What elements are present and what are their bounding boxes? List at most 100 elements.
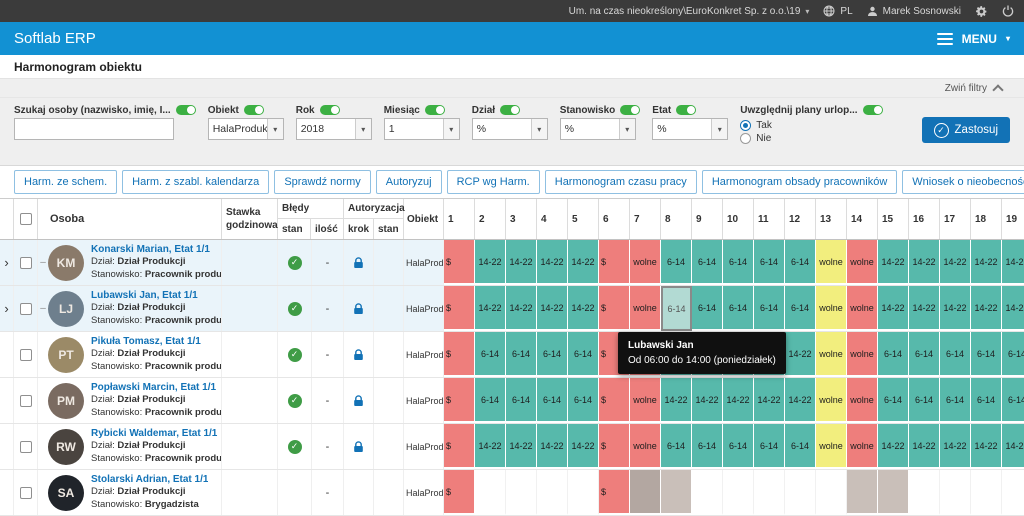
row-expander[interactable]: ›: [0, 286, 14, 331]
schedule-cell[interactable]: wolne: [816, 378, 847, 423]
schedule-cell[interactable]: 6-14: [692, 424, 723, 469]
toolbar-button[interactable]: Harmonogram czasu pracy: [544, 170, 697, 194]
schedule-cell[interactable]: $: [599, 424, 630, 469]
schedule-cell[interactable]: [816, 470, 847, 515]
row-expander[interactable]: ›: [0, 240, 14, 285]
schedule-cell[interactable]: 14-22: [785, 378, 816, 423]
schedule-cell[interactable]: 14-22: [475, 286, 506, 331]
toolbar-button[interactable]: Wniosek o nieobecność: [902, 170, 1024, 194]
schedule-cell[interactable]: 6-14: [878, 378, 909, 423]
schedule-cell[interactable]: wolne: [816, 286, 847, 331]
language-selector[interactable]: PL: [823, 5, 853, 17]
schedule-cell[interactable]: $: [599, 470, 630, 515]
schedule-cell[interactable]: 6-14: [785, 424, 816, 469]
day-column-header[interactable]: 3: [506, 199, 537, 239]
day-column-header[interactable]: 14: [847, 199, 878, 239]
schedule-cell[interactable]: 6-14: [537, 378, 568, 423]
schedule-cell[interactable]: $: [599, 240, 630, 285]
person-name-link[interactable]: Rybicki Waldemar, Etat 1/1: [91, 428, 221, 441]
schedule-cell[interactable]: [971, 470, 1002, 515]
day-column-header[interactable]: 16: [909, 199, 940, 239]
filter-toggle[interactable]: [500, 105, 521, 115]
miesiac-select[interactable]: 1 ▾: [383, 118, 460, 140]
schedule-cell[interactable]: 6-14: [723, 240, 754, 285]
schedule-cell[interactable]: [630, 470, 661, 515]
day-column-header[interactable]: 17: [940, 199, 971, 239]
row-checkbox[interactable]: [19, 256, 32, 269]
schedule-cell[interactable]: wolne: [630, 378, 661, 423]
schedule-cell[interactable]: [475, 470, 506, 515]
schedule-cell[interactable]: 14-22: [754, 378, 785, 423]
schedule-cell[interactable]: 6-14: [940, 378, 971, 423]
schedule-cell[interactable]: 14-22: [909, 424, 940, 469]
schedule-cell[interactable]: $: [599, 378, 630, 423]
schedule-cell[interactable]: 6-14: [785, 286, 816, 331]
toolbar-button[interactable]: Autoryzuj: [375, 170, 442, 194]
schedule-cell[interactable]: 6-14: [971, 332, 1002, 377]
schedule-cell[interactable]: 14-22: [785, 332, 816, 377]
filter-toggle[interactable]: [319, 105, 340, 115]
schedule-cell[interactable]: 14-22: [940, 424, 971, 469]
schedule-cell[interactable]: 6-14: [661, 424, 692, 469]
day-column-header[interactable]: 15: [878, 199, 909, 239]
schedule-cell[interactable]: 6-14: [568, 332, 599, 377]
schedule-cell[interactable]: wolne: [630, 240, 661, 285]
schedule-cell[interactable]: 6-14: [723, 286, 754, 331]
toolbar-button[interactable]: Harm. ze schem.: [14, 170, 118, 194]
filter-toggle[interactable]: [243, 105, 264, 115]
schedule-cell[interactable]: [754, 470, 785, 515]
schedule-cell[interactable]: 14-22: [692, 378, 723, 423]
column-header-bledy-stan[interactable]: stan: [278, 219, 311, 239]
column-header-bledy-ilosc[interactable]: ilość: [311, 219, 343, 239]
person-name-link[interactable]: Popławski Marcin, Etat 1/1: [91, 382, 221, 395]
obiekt-select[interactable]: HalaProdukc... ▾: [207, 118, 284, 140]
day-column-header[interactable]: 11: [754, 199, 785, 239]
settings-gear-icon[interactable]: [975, 5, 988, 18]
schedule-cell[interactable]: 14-22: [1002, 424, 1024, 469]
collapse-filters-button[interactable]: Zwiń filtry: [0, 79, 1024, 98]
schedule-cell[interactable]: $: [444, 286, 475, 331]
toolbar-button[interactable]: Sprawdź normy: [274, 170, 371, 194]
filter-toggle[interactable]: [620, 105, 641, 115]
schedule-cell[interactable]: [506, 470, 537, 515]
schedule-cell[interactable]: 6-14: [754, 240, 785, 285]
contract-context-selector[interactable]: Um. na czas nieokreślony\EuroKonkret Sp.…: [569, 6, 810, 17]
day-column-header[interactable]: 4: [537, 199, 568, 239]
column-header-stawka[interactable]: Stawka godzinowa: [222, 199, 278, 239]
rok-select[interactable]: 2018 ▾: [295, 118, 372, 140]
day-column-header[interactable]: 13: [816, 199, 847, 239]
schedule-cell[interactable]: $: [599, 286, 630, 331]
schedule-cell[interactable]: [661, 470, 692, 515]
schedule-cell[interactable]: 14-22: [506, 286, 537, 331]
schedule-cell[interactable]: 6-14: [537, 332, 568, 377]
schedule-cell[interactable]: wolne: [816, 332, 847, 377]
schedule-cell[interactable]: [785, 470, 816, 515]
schedule-cell[interactable]: 14-22: [971, 286, 1002, 331]
filter-toggle[interactable]: [676, 105, 697, 115]
schedule-cell[interactable]: wolne: [847, 240, 878, 285]
schedule-cell[interactable]: wolne: [630, 424, 661, 469]
schedule-cell[interactable]: [847, 470, 878, 515]
toolbar-button[interactable]: Harmonogram obsady pracowników: [701, 170, 898, 194]
schedule-cell[interactable]: 6-14: [754, 286, 785, 331]
schedule-cell[interactable]: 14-22: [971, 240, 1002, 285]
filter-toggle[interactable]: [862, 105, 883, 115]
filter-toggle[interactable]: [424, 105, 445, 115]
etat-select[interactable]: % ▾: [652, 118, 729, 140]
schedule-cell[interactable]: 14-22: [1002, 240, 1024, 285]
column-header-osoba[interactable]: Osoba: [50, 213, 84, 225]
schedule-cell[interactable]: 14-22: [568, 240, 599, 285]
schedule-cell[interactable]: 14-22: [537, 286, 568, 331]
day-column-header[interactable]: 1: [444, 199, 475, 239]
row-checkbox[interactable]: [19, 302, 32, 315]
schedule-cell[interactable]: wolne: [630, 286, 661, 331]
person-name-link[interactable]: Konarski Marian, Etat 1/1: [91, 244, 221, 257]
schedule-cell[interactable]: $: [444, 424, 475, 469]
schedule-cell[interactable]: wolne: [847, 378, 878, 423]
schedule-cell[interactable]: [568, 470, 599, 515]
column-header-aut-stan[interactable]: stan: [374, 219, 403, 239]
user-menu[interactable]: Marek Sosnowski: [867, 6, 961, 17]
schedule-cell[interactable]: [537, 470, 568, 515]
schedule-cell[interactable]: 6-14: [1002, 378, 1024, 423]
day-column-header[interactable]: 7: [630, 199, 661, 239]
